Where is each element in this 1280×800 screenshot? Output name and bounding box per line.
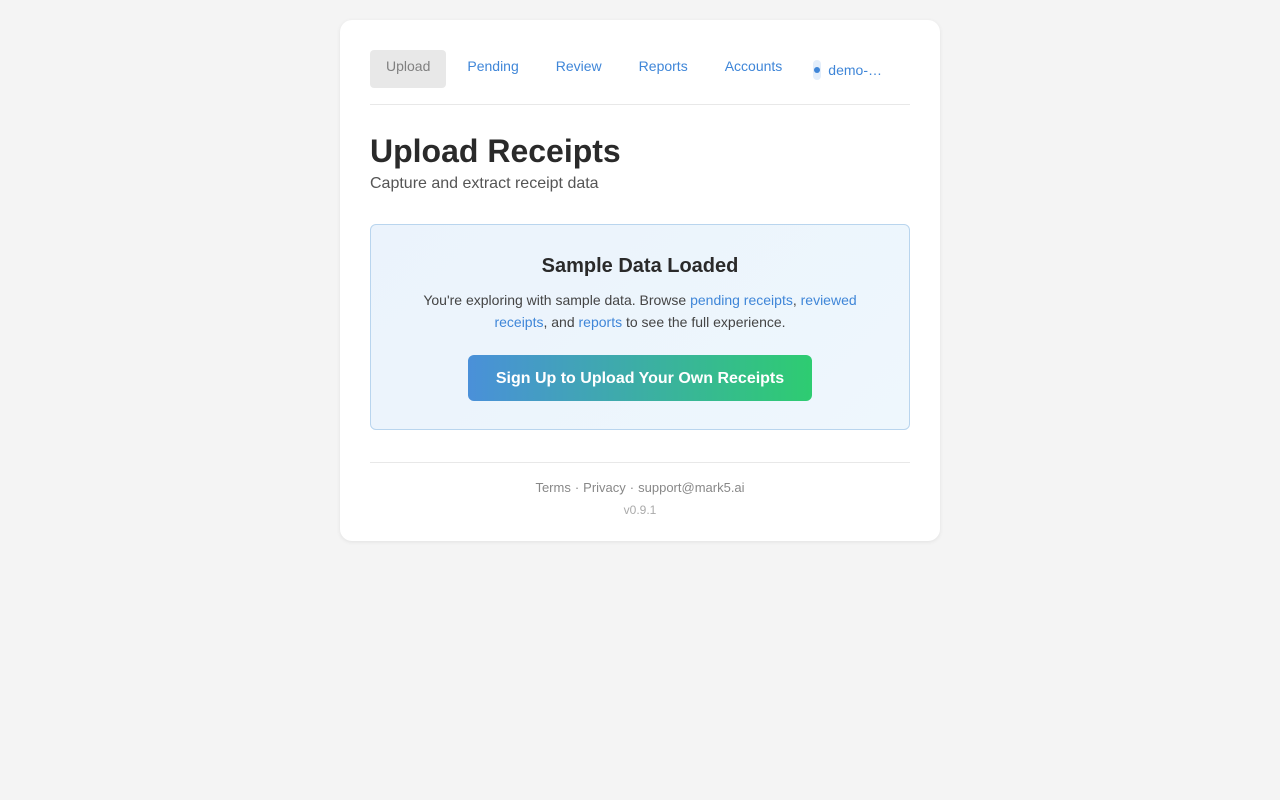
footer: Terms · Privacy · support@mark5.ai v0.9.1 (370, 462, 910, 518)
signup-upload-button[interactable]: Sign Up to Upload Your Own Receipts (468, 355, 812, 401)
privacy-link[interactable]: Privacy (583, 480, 626, 495)
app-version: v0.9.1 (623, 503, 657, 517)
tab-reports[interactable]: Reports (623, 50, 704, 88)
page-title: Upload Receipts (370, 133, 621, 169)
status-dot (814, 67, 821, 73)
banner-text-suffix: to see the full experience. (622, 314, 786, 330)
user-label: demo-… (828, 62, 882, 78)
user-status-icon (813, 60, 822, 80)
footer-links: Terms · Privacy · support@mark5.ai (370, 480, 910, 496)
top-nav: Upload Pending Review Reports Accounts d… (370, 50, 910, 105)
banner-heading: Sample Data Loaded (541, 255, 739, 277)
banner-text-prefix: You're exploring with sample data. Brows… (423, 292, 691, 308)
banner-sep-2: , and (543, 314, 579, 330)
footer-separator: · (574, 480, 580, 495)
page-subtitle: Capture and extract receipt data (370, 175, 599, 192)
tab-review[interactable]: Review (540, 50, 618, 88)
tab-upload[interactable]: Upload (370, 50, 447, 88)
footer-separator: · (629, 480, 635, 495)
main-card: Upload Pending Review Reports Accounts d… (340, 20, 940, 541)
user-menu[interactable]: demo-… (813, 60, 882, 80)
sample-data-banner: Sample Data Loaded You're exploring with… (370, 224, 910, 430)
banner-text: You're exploring with sample data. Brows… (415, 289, 865, 333)
tab-accounts[interactable]: Accounts (709, 50, 799, 88)
terms-link[interactable]: Terms (535, 480, 570, 495)
tab-pending[interactable]: Pending (451, 50, 534, 88)
banner-sep-1: , (792, 292, 801, 308)
reports-link[interactable]: reports (579, 314, 623, 330)
pending-receipts-link[interactable]: pending receipts (690, 292, 793, 308)
support-email-link[interactable]: support@mark5.ai (638, 480, 744, 495)
